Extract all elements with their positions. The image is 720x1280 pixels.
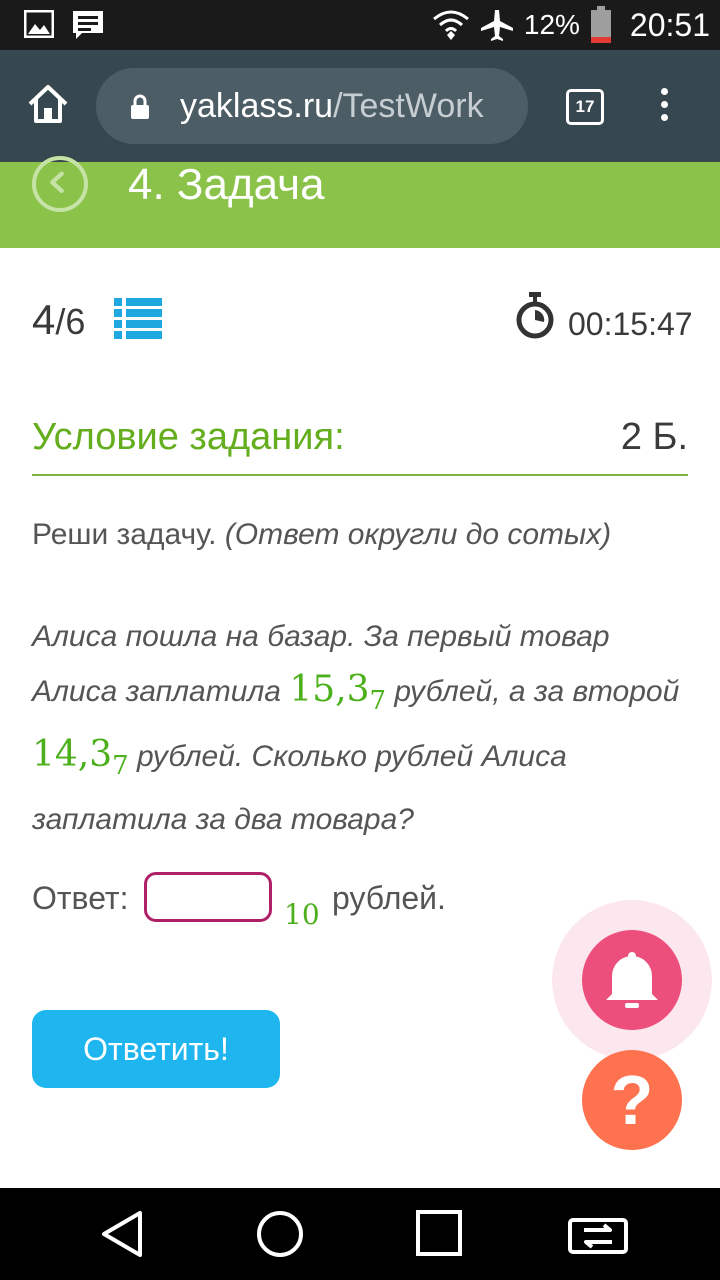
bell-icon bbox=[606, 952, 658, 1008]
nav-home-icon[interactable] bbox=[256, 1210, 304, 1258]
page-title: 4. Задача bbox=[128, 160, 325, 209]
screen-rotate-icon[interactable] bbox=[568, 1210, 628, 1256]
notification-button[interactable] bbox=[582, 930, 682, 1030]
back-arrow-icon[interactable] bbox=[32, 156, 88, 212]
airplane-mode-icon bbox=[480, 10, 513, 41]
gallery-notification-icon bbox=[24, 10, 54, 38]
browser-toolbar: yaklass.ru/TestWork 17 bbox=[0, 50, 720, 162]
instruction-text: Реши задачу. bbox=[32, 518, 217, 551]
url-text: yaklass.ru/TestWork bbox=[180, 87, 510, 126]
submit-answer-button[interactable]: Ответить! bbox=[32, 1010, 280, 1088]
task-progress: 4/6 bbox=[32, 296, 85, 344]
nav-back-icon[interactable] bbox=[100, 1210, 144, 1258]
battery-percent: 12% bbox=[523, 9, 580, 40]
progress-current: 4 bbox=[32, 296, 56, 343]
more-menu-icon[interactable] bbox=[654, 88, 674, 128]
wifi-icon bbox=[432, 10, 469, 40]
clock: 20:51 bbox=[629, 6, 710, 43]
answer-input[interactable] bbox=[144, 872, 272, 922]
help-button[interactable]: ? bbox=[582, 1050, 682, 1150]
problem-text: Алиса пошла на базар. За первый товар Ал… bbox=[32, 610, 696, 846]
url-host: yaklass.ru bbox=[180, 87, 334, 125]
divider bbox=[32, 474, 688, 476]
home-icon[interactable] bbox=[26, 82, 70, 126]
lock-icon bbox=[131, 94, 149, 119]
timer: 00:15:47 bbox=[568, 306, 693, 342]
address-bar[interactable]: yaklass.ru/TestWork bbox=[96, 68, 528, 144]
answer-base: 10 bbox=[284, 898, 320, 931]
progress-total: /6 bbox=[55, 301, 86, 342]
instruction: Реши задачу. (Ответ округли до сотых) bbox=[32, 518, 611, 552]
number-second-value: 14,3 bbox=[32, 734, 113, 775]
condition-title: Условие задания: bbox=[32, 416, 345, 458]
number-first: 15,37 bbox=[289, 669, 386, 716]
message-notification-icon bbox=[73, 11, 103, 39]
url-path: /TestWork bbox=[333, 87, 484, 125]
number-first-base: 7 bbox=[369, 686, 387, 716]
points: 2 Б. bbox=[620, 416, 688, 458]
number-second-base: 7 bbox=[112, 751, 129, 781]
battery-icon bbox=[590, 6, 611, 43]
tab-switcher-button[interactable]: 17 bbox=[566, 89, 604, 125]
answer-label: Ответ: bbox=[32, 880, 129, 916]
number-second: 14,37 bbox=[32, 734, 129, 781]
status-bar: 12% 20:51 bbox=[0, 0, 720, 50]
problem-part-2: рублей, а за второй bbox=[386, 675, 680, 708]
task-list-icon[interactable] bbox=[114, 298, 162, 340]
answer-unit: рублей. bbox=[332, 880, 446, 916]
number-first-value: 15,3 bbox=[289, 669, 370, 710]
instruction-note: (Ответ округли до сотых) bbox=[224, 518, 612, 551]
nav-recents-icon[interactable] bbox=[416, 1210, 462, 1256]
system-nav-bar bbox=[0, 1188, 720, 1280]
stopwatch-icon bbox=[516, 292, 554, 339]
task-header: 4. Задача bbox=[0, 156, 720, 248]
